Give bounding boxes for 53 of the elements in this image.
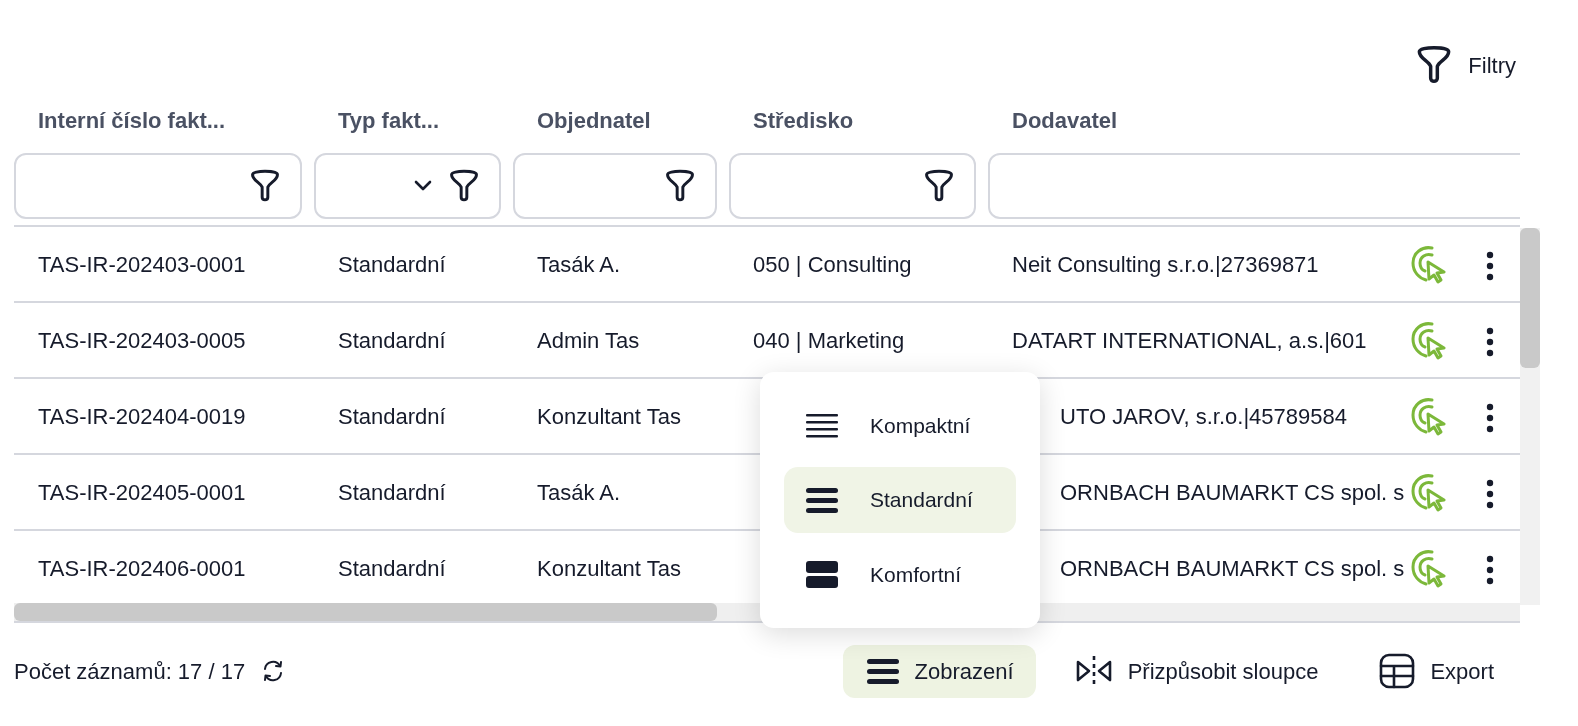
column-header[interactable]: Objednatel (513, 100, 729, 145)
table-cell-text: DATART INTERNATIONAL, a.s.|601 (1011, 326, 1368, 355)
filter-icon (248, 169, 282, 203)
menu-item[interactable]: Standardní (784, 466, 1016, 534)
export-button[interactable]: Export (1356, 642, 1516, 700)
column-header[interactable]: Dodavatel (988, 100, 1400, 145)
table-cell-text: Standardní (337, 402, 447, 431)
table-cell-text: Standardní (337, 554, 447, 583)
table-cell-text: Standardní (337, 250, 447, 279)
table-cell-text: TAS-IR-202403-0005 (37, 326, 247, 355)
table-cell-text: 050 | Consulting (752, 250, 913, 279)
table-cell-text: TAS-IR-202404-0019 (37, 402, 247, 431)
column-header[interactable]: Typ fakt... (314, 100, 513, 145)
more-icon (1485, 250, 1495, 281)
filter-icon (447, 169, 481, 203)
more-icon (1485, 402, 1495, 433)
menu-item[interactable]: Kompaktní (784, 392, 1016, 459)
filter-field[interactable] (314, 153, 501, 219)
filter-field[interactable] (729, 153, 976, 219)
scrollbar-thumb[interactable] (14, 603, 717, 621)
filter-field[interactable] (14, 153, 302, 219)
view-button[interactable]: Zobrazení (842, 644, 1036, 698)
table-cell-text: Standardní (337, 478, 447, 507)
chevron-down-icon (413, 180, 433, 192)
fit-button[interactable]: Přizpůsobit sloupce (1051, 644, 1341, 698)
table-cell-text: Tasák A. (536, 250, 622, 279)
table-cell-text: Standardní (337, 326, 447, 355)
table-cell-text: Admin Tas (536, 326, 641, 355)
vertical-scrollbar[interactable] (1520, 228, 1540, 605)
density-comfort-icon (804, 559, 840, 591)
table-cell-text: Neit Consulting s.r.o.|27369871 (1011, 250, 1320, 279)
table-cell-text: Konzultant Tas (536, 402, 682, 431)
table-cell-text: TAS-IR-202405-0001 (37, 478, 247, 507)
more-icon (1485, 326, 1495, 357)
menu-item[interactable]: Komfortní (784, 541, 1016, 608)
more-icon (1485, 554, 1495, 585)
filter-icon (663, 169, 697, 203)
filter-field[interactable] (513, 153, 717, 219)
table-cell-text: Tasák A. (536, 478, 622, 507)
table-cell-text: TAS-IR-202406-0001 (37, 554, 247, 583)
more-icon (1485, 478, 1495, 509)
table-cell-text: 040 | Marketing (752, 326, 906, 355)
filters-button[interactable]: Filtry (1414, 30, 1516, 100)
column-header[interactable]: Středisko (729, 100, 988, 145)
scrollbar-thumb[interactable] (1520, 228, 1540, 368)
table-cell-text: UTO JAROV, s.r.o.|45789584 (1059, 402, 1348, 431)
table-cell-text: TAS-IR-202403-0001 (37, 250, 247, 279)
filter-icon (922, 169, 956, 203)
table-icon (1378, 652, 1417, 690)
table-cell-text: Konzultant Tas (536, 554, 682, 583)
column-header[interactable]: Interní číslo fakt... (14, 100, 314, 145)
record-count: Počet záznamů: 17 / 17 (14, 657, 246, 686)
filter-field[interactable] (988, 153, 1520, 219)
